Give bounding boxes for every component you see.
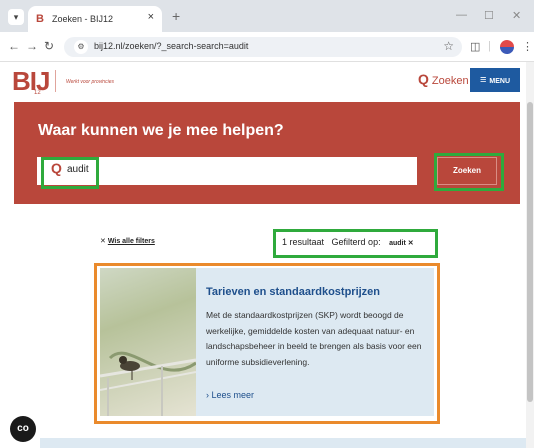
site-header: BIJ 12 Werkt voor provincies Q Zoeken ≡ ME… [0, 62, 534, 102]
url-text: bij12.nl/zoeken/?_search-search=audit [94, 41, 249, 51]
highlight-search-value [41, 157, 99, 189]
read-more-label: Lees meer [211, 390, 255, 400]
close-window-icon[interactable]: ✕ [512, 9, 521, 22]
result-info: 1 resultaat Gefilterd op: audit ✕ [282, 237, 414, 247]
highlight-search-button [434, 153, 504, 191]
favicon-icon: B [36, 13, 44, 25]
logo-divider [55, 70, 56, 92]
search-icon: Q [418, 71, 429, 87]
chevron-right-icon: › [206, 390, 209, 400]
new-tab-button[interactable]: + [172, 8, 180, 24]
active-filter-chip[interactable]: audit ✕ [389, 239, 414, 247]
hero-title: Waar kunnen we je mee helpen? [38, 122, 284, 139]
remove-filter-icon[interactable]: ✕ [408, 240, 414, 247]
forward-icon[interactable]: → [26, 39, 38, 53]
scroll-thumb[interactable] [527, 102, 533, 402]
header-search-link[interactable]: Q Zoeken [418, 71, 469, 87]
next-result-preview [40, 438, 526, 448]
active-filter-label: audit [389, 240, 406, 247]
bookmark-star-icon[interactable]: ☆ [443, 39, 454, 53]
toolbar-divider: | [488, 40, 491, 52]
profile-avatar[interactable] [500, 40, 514, 54]
address-bar: ← → ↻ ⚙ bij12.nl/zoeken/?_search-search=… [0, 32, 534, 62]
back-icon[interactable]: ← [8, 39, 20, 53]
filtered-on-label: Gefilterd op: [331, 237, 381, 247]
tagline: Werkt voor provincies [66, 79, 114, 85]
extensions-icon[interactable]: ◫ [470, 40, 480, 53]
url-field[interactable]: ⚙ bij12.nl/zoeken/?_search-search=audit … [64, 37, 462, 57]
chat-icon[interactable]: co [10, 416, 36, 442]
browser-tab[interactable]: B Zoeken - BIJ12 × [28, 6, 162, 32]
result-title[interactable]: Tarieven en standaardkostprijzen [206, 286, 380, 298]
reload-icon[interactable]: ↻ [44, 39, 54, 53]
maximize-icon[interactable]: ☐ [484, 9, 494, 22]
tab-search-icon[interactable]: ▾ [8, 9, 24, 25]
header-search-label: Zoeken [431, 75, 469, 87]
result-card[interactable]: Tarieven en standaardkostprijzen Met de … [100, 268, 434, 416]
menu-label: MENU [489, 78, 511, 85]
result-description: Met de standaardkostprijzen (SKP) wordt … [206, 310, 422, 367]
clear-icon: ✕ [100, 238, 106, 245]
browser-menu-icon[interactable]: ⋮ [522, 40, 533, 53]
logo-subscript: 12 [34, 90, 41, 96]
minimize-icon[interactable]: — [456, 9, 467, 21]
result-count: 1 resultaat [282, 237, 325, 247]
heron-photo-icon [100, 351, 196, 416]
hamburger-icon: ≡ [479, 74, 487, 86]
tab-title: Zoeken - BIJ12 [52, 14, 114, 24]
read-more-link[interactable]: › Lees meer [206, 390, 254, 400]
tab-close-icon[interactable]: × [148, 11, 154, 23]
result-image [100, 268, 196, 416]
clear-filters-label: Wis alle filters [107, 238, 155, 245]
page-scrollbar[interactable] [526, 62, 534, 448]
bij12-logo[interactable]: BIJ [12, 66, 50, 97]
menu-button[interactable]: ≡ MENU [470, 68, 520, 92]
clear-filters-link[interactable]: ✕ Wis alle filters [100, 237, 155, 245]
site-settings-icon[interactable]: ⚙ [74, 40, 88, 54]
browser-tab-bar: ▾ B Zoeken - BIJ12 × + — ☐ ✕ [0, 0, 534, 32]
